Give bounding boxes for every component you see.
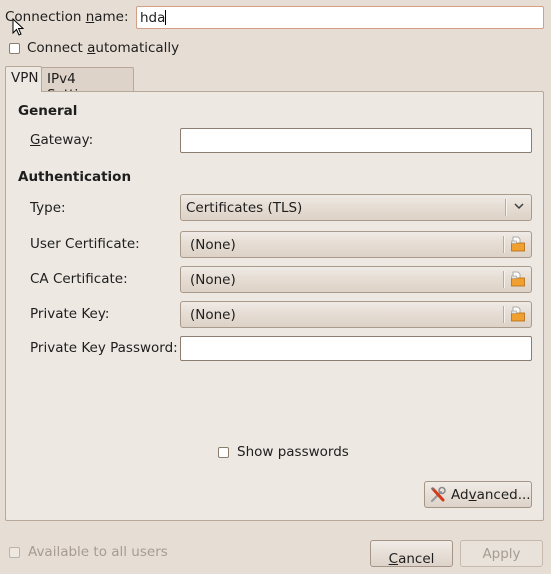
folder-icon <box>511 271 525 287</box>
connect-automatically-label[interactable]: Connect automatically <box>27 40 179 56</box>
user-certificate-value: (None) <box>190 237 236 253</box>
tab-vpn[interactable]: VPN <box>5 66 42 92</box>
gateway-label-mnemonic: G <box>30 132 41 148</box>
private-key-password-label: Private Key Password: <box>30 340 178 356</box>
file-chooser-separator <box>503 271 505 288</box>
connection-name-value: hda <box>140 10 166 26</box>
show-passwords-label[interactable]: Show passwords <box>237 444 349 460</box>
private-key-password-input[interactable] <box>180 336 532 361</box>
private-key-value: (None) <box>190 307 236 323</box>
advanced-label-pre: Ad <box>451 487 469 503</box>
gateway-label-rest: ateway: <box>40 132 94 148</box>
private-key-label: Private Key: <box>30 306 110 322</box>
dropdown-separator <box>505 199 507 216</box>
tab-vpn-label: VPN <box>11 70 39 86</box>
type-dropdown-value: Certificates (TLS) <box>186 200 303 216</box>
available-to-all-users-checkbox[interactable] <box>9 547 20 558</box>
file-chooser-separator <box>503 306 505 323</box>
ca-certificate-value: (None) <box>190 272 236 288</box>
chevron-down-icon <box>514 203 524 210</box>
cancel-button-label: Cancel <box>389 546 435 567</box>
mouse-cursor-icon <box>12 18 25 36</box>
private-key-file-chooser[interactable]: (None) <box>180 301 532 328</box>
text-caret <box>165 10 167 25</box>
connection-name-label-post: ame: <box>94 9 129 25</box>
show-passwords-checkbox[interactable] <box>218 447 229 458</box>
connect-automatically-label-post: utomatically <box>95 40 180 56</box>
cancel-label-post: ancel <box>398 551 435 567</box>
gateway-input[interactable] <box>180 128 532 153</box>
apply-button[interactable]: Apply <box>460 540 543 567</box>
connect-automatically-label-pre: Connect <box>27 40 88 56</box>
connection-name-input[interactable]: hda <box>136 6 544 29</box>
cancel-label-mnemonic: C <box>388 551 399 567</box>
apply-button-label: Apply <box>482 546 521 562</box>
general-heading: General <box>18 103 78 119</box>
available-to-all-users-label[interactable]: Available to all users <box>28 544 168 560</box>
advanced-button-label: Advanced... <box>451 487 531 503</box>
advanced-button[interactable]: Advanced... <box>424 481 532 508</box>
file-chooser-separator <box>503 236 505 253</box>
advanced-label-post: anced... <box>476 487 531 503</box>
ca-certificate-file-chooser[interactable]: (None) <box>180 266 532 293</box>
user-certificate-label: User Certificate: <box>30 236 140 252</box>
gateway-label: Gateway: <box>30 132 93 148</box>
folder-icon <box>511 236 525 252</box>
connect-automatically-checkbox[interactable] <box>9 43 20 54</box>
folder-icon <box>511 306 525 322</box>
cancel-button[interactable]: Cancel <box>370 540 453 567</box>
connection-name-label-mnemonic: n <box>85 9 95 25</box>
advanced-label-mnemonic: v <box>468 487 477 503</box>
tools-icon <box>430 486 446 503</box>
user-certificate-file-chooser[interactable]: (None) <box>180 231 532 258</box>
type-dropdown[interactable]: Certificates (TLS) <box>180 194 532 221</box>
authentication-heading: Authentication <box>18 169 132 185</box>
ca-certificate-label: CA Certificate: <box>30 271 128 287</box>
tab-ipv4-settings[interactable]: IPv4 Settings <box>41 67 134 103</box>
type-label: Type: <box>30 200 66 216</box>
